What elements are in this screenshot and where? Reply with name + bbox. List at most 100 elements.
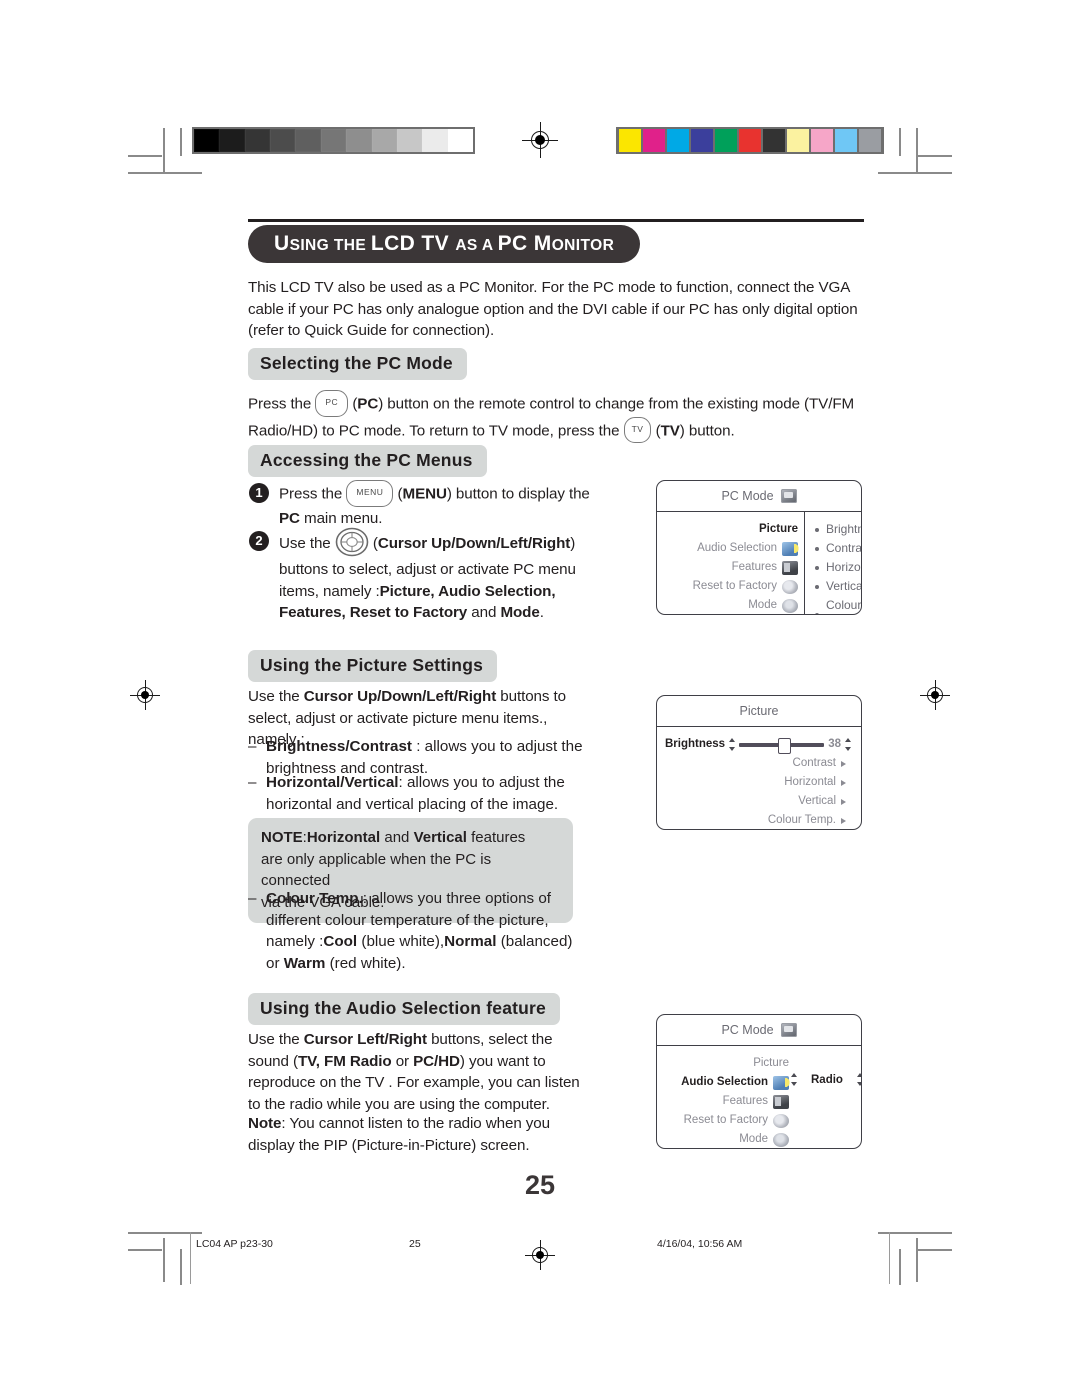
- up-down-arrows-icon: [791, 1073, 797, 1086]
- brightness-slider-value: 38: [828, 738, 841, 750]
- osd-sub-item-horizontal-label: Horizontal: [826, 560, 861, 574]
- osd-sub-item-contrast[interactable]: Contrast: [815, 539, 861, 558]
- monitor-icon: [780, 1023, 797, 1037]
- osd-sub-item-vertical[interactable]: Vertical: [815, 577, 861, 596]
- chevron-right-icon: [841, 798, 851, 805]
- step-2-prefix: Use the: [279, 535, 331, 553]
- osd-item-mode[interactable]: Mode: [661, 596, 798, 614]
- audio-note-line-1: Note: You cannot listen to the radio whe…: [248, 1113, 583, 1135]
- chapter-title-segment: ONITOR: [551, 237, 615, 254]
- osd-picture-row-contrast[interactable]: Contrast: [665, 754, 851, 773]
- footer-timestamp: 4/16/04, 10:56 AM: [657, 1238, 743, 1250]
- osd-picture-menu: Picture Brightness 38 Contrast Horizonta…: [656, 695, 862, 830]
- step-1-prefix: Press the: [279, 485, 343, 503]
- footer-rule-right: [889, 1232, 890, 1284]
- step-2-and-label: and: [471, 604, 497, 622]
- brightness-slider[interactable]: [739, 737, 825, 754]
- osd-audio-item-picture[interactable]: Picture: [661, 1054, 789, 1073]
- osd-audio-menu-title-label: PC Mode: [721, 1023, 774, 1037]
- audio-selection-tail-2: ) you want to: [459, 1052, 546, 1070]
- step-1-line-2: PC main menu.: [279, 508, 609, 530]
- audio-note-line-2: display the PIP (Picture-in-Picture) scr…: [248, 1136, 530, 1154]
- item-colour-temp-line-4: or Warm (red white).: [266, 953, 596, 975]
- osd-item-picture[interactable]: Picture: [661, 520, 798, 539]
- item-horizontal-vertical-line-1: Horizontal/Vertical: allows you to adjus…: [266, 772, 591, 794]
- osd-picture-row-vertical[interactable]: Vertical: [665, 792, 851, 811]
- step-2-paren-close: ): [570, 535, 576, 553]
- up-down-arrows-icon: [856, 1073, 861, 1086]
- osd-audio-value-row[interactable]: Radio: [791, 1073, 861, 1086]
- osd-audio-item-features[interactable]: Features: [661, 1092, 789, 1111]
- audio-selection-line-1: Use the Cursor Left/Right buttons, selec…: [248, 1029, 583, 1051]
- page-number: 25: [524, 1170, 556, 1200]
- audio-note-text-a: : You cannot listen to the radio when yo…: [281, 1115, 550, 1132]
- item-colour-temp-namely: namely :: [266, 933, 324, 950]
- chapter-title-segment: U: [274, 232, 290, 255]
- speaker-icon: [773, 1075, 793, 1090]
- step-2-line-1: Use the (Cursor Up/Down/Left/Right): [279, 527, 619, 559]
- chapter-title-segment: SING THE: [289, 237, 371, 254]
- osd-picture-row-colour-temp[interactable]: Colour Temp.: [665, 811, 851, 829]
- tv-remote-key-icon: TV: [623, 416, 652, 443]
- item-horizontal-vertical-bold: Horizontal/Vertical: [266, 774, 399, 791]
- osd-item-audio-selection[interactable]: Audio Selection: [661, 539, 802, 558]
- note-and-label: and: [384, 829, 410, 846]
- heading-accessing-pc-menus: Accessing the PC Menus: [248, 445, 487, 477]
- brightness-slider-knob[interactable]: [778, 737, 792, 754]
- chapter-title-segment: AS A: [455, 237, 498, 254]
- osd-item-features[interactable]: Features: [661, 558, 798, 577]
- note-line-2: are only applicable when the PC is conne…: [261, 850, 492, 890]
- audio-note-label: Note: [248, 1115, 282, 1132]
- osd-main-menu-left-column: Picture Audio Selection Features Reset t…: [657, 512, 805, 614]
- tv-bold-label: TV: [660, 421, 680, 439]
- osd-picture-row-contrast-label: Contrast: [792, 757, 836, 769]
- item-brightness-contrast-line-1: Brightness/Contrast : allows you to adju…: [266, 736, 591, 758]
- mode-icon: [773, 1132, 789, 1147]
- osd-sub-item-brightness[interactable]: Brightness: [815, 520, 861, 539]
- heading-selecting-pc-mode: Selecting the PC Mode: [248, 348, 467, 380]
- osd-picture-menu-body: Brightness 38 Contrast Horizontal Vertic…: [657, 727, 861, 829]
- step-2-number: 2: [249, 531, 269, 551]
- item-horizontal-vertical-text-a: : allows you to adjust the: [398, 774, 565, 791]
- selecting-pc-mode-tail-2: Radio/HD) to PC mode. To return to TV mo…: [248, 421, 620, 439]
- item-colour-temp-line-2: different colour temperature of the pict…: [266, 911, 549, 929]
- tv-fm-radio-bold: TV, FM Radio: [297, 1052, 392, 1070]
- osd-audio-menu-body: Picture Audio Selection Features Reset t…: [657, 1046, 861, 1148]
- selecting-pc-mode-tail-3: ) button.: [679, 421, 735, 439]
- chapter-title-segment: LCD TV: [370, 232, 456, 255]
- osd-audio-item-mode[interactable]: Mode: [661, 1130, 789, 1148]
- audio-selection-line-3: reproduce on the TV . For example, you c…: [248, 1074, 580, 1091]
- note-features-label: features: [471, 829, 526, 846]
- osd-main-menu-title-bar: PC Mode: [657, 481, 861, 512]
- osd-sub-item-horizontal[interactable]: Horizontal: [815, 558, 861, 577]
- chevron-right-icon: [841, 760, 851, 767]
- osd-audio-menu-title-bar: PC Mode: [657, 1015, 861, 1046]
- osd-main-menu-title-label: PC Mode: [721, 489, 774, 503]
- osd-item-reset-to-factory[interactable]: Reset to Factory: [661, 577, 798, 596]
- chapter-title-text: USING THE LCD TV AS A PC MONITOR: [274, 232, 614, 256]
- osd-sub-item-colour-temp[interactable]: Colour Temp.: [815, 596, 861, 614]
- mode-icon: [782, 598, 798, 613]
- footer-rule-left: [190, 1232, 191, 1284]
- chapter-title-segment: PC M: [497, 232, 552, 255]
- item-colour-temp-or: or: [266, 954, 280, 972]
- step-1-line-1: Press the MENU (MENU) button to display …: [279, 480, 609, 508]
- osd-picture-row-brightness[interactable]: Brightness 38: [665, 735, 851, 754]
- footer-file-slug: LC04 AP p23-30: [196, 1238, 273, 1250]
- osd-audio-item-reset-to-factory[interactable]: Reset to Factory: [661, 1111, 789, 1130]
- osd-audio-item-mode-label: Mode: [739, 1133, 768, 1145]
- features-icon: [773, 1094, 789, 1109]
- item-colour-temp-bold: Colour Temp.: [266, 890, 363, 907]
- osd-picture-row-horizontal-label: Horizontal: [784, 776, 836, 788]
- item-brightness-contrast-bold: Brightness/Contrast: [266, 738, 412, 755]
- osd-audio-item-picture-label: Picture: [753, 1057, 789, 1069]
- osd-audio-item-audio-selection[interactable]: Audio Selection: [661, 1073, 793, 1092]
- osd-picture-row-horizontal[interactable]: Horizontal: [665, 773, 851, 792]
- bullet-icon: [815, 546, 819, 551]
- menu-bold-label: MENU: [402, 485, 447, 503]
- osd-item-picture-label: Picture: [759, 523, 798, 535]
- step-2-text: Use the (Cursor Up/Down/Left/Right) butt…: [279, 527, 619, 624]
- intro-line-2: cable if your PC has only analogue optio…: [248, 300, 858, 318]
- dash-bullet-icon: –: [248, 774, 257, 791]
- picture-settings-item-horizontal-vertical: – Horizontal/Vertical: allows you to adj…: [248, 772, 591, 815]
